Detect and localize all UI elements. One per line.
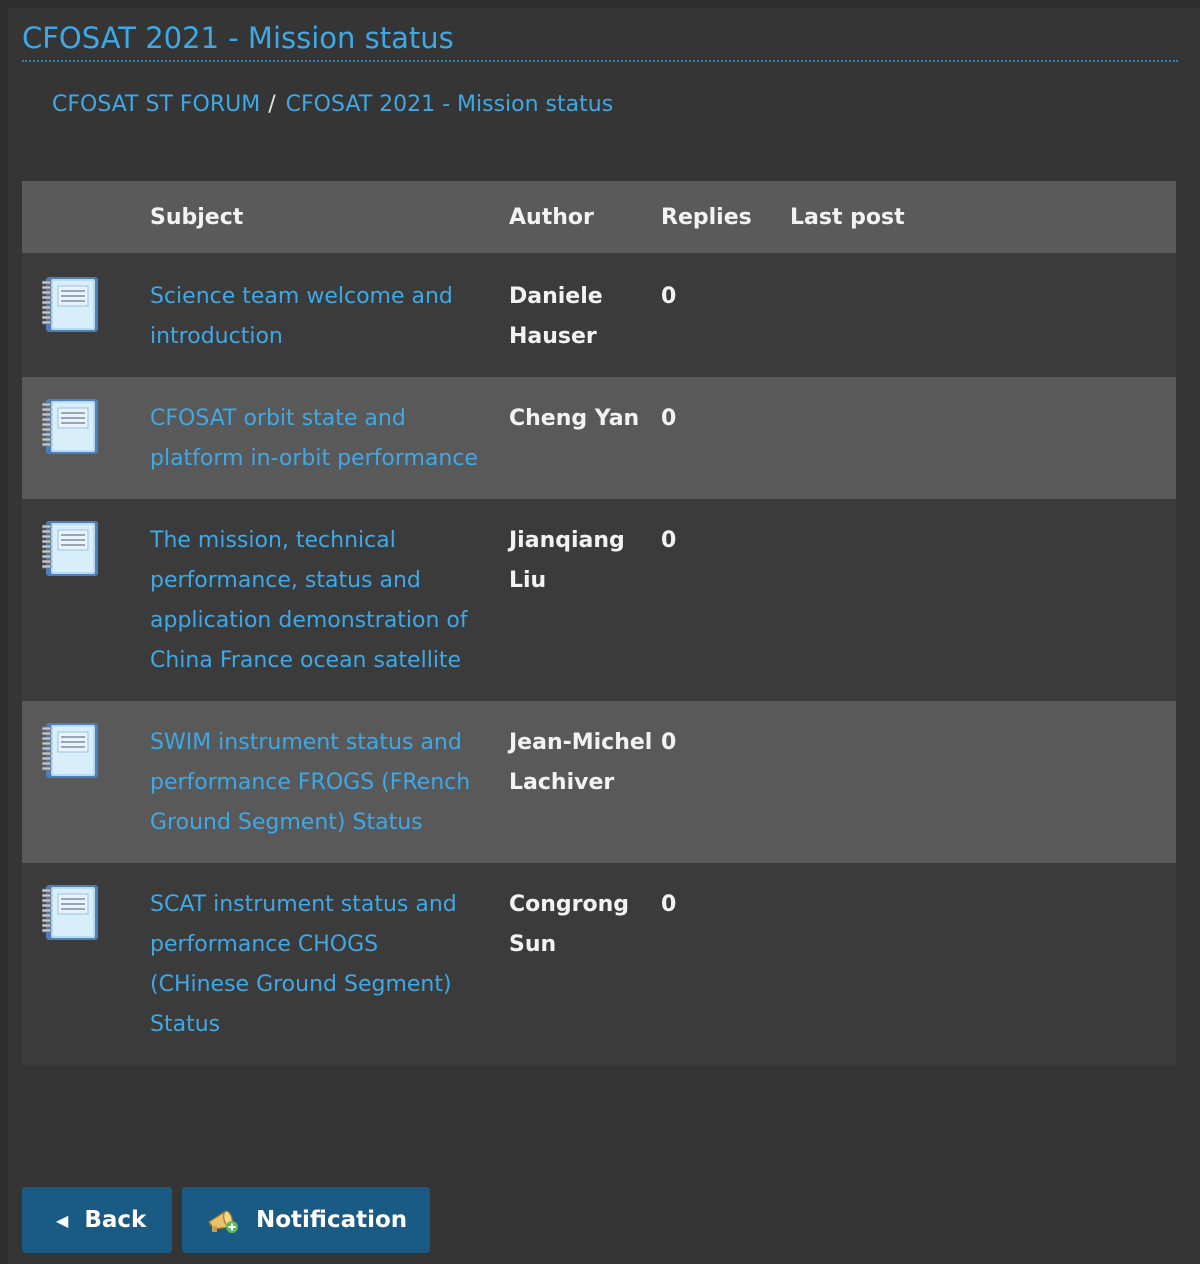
topic-last-post xyxy=(790,863,1176,1065)
table-row: CFOSAT orbit state and platform in-orbit… xyxy=(22,377,1176,499)
notebook-icon xyxy=(41,397,150,469)
notification-button-label: Notification xyxy=(256,1207,408,1233)
topic-icon-cell xyxy=(22,701,150,863)
back-button-label: Back xyxy=(84,1207,147,1233)
topic-last-post xyxy=(790,499,1176,701)
header-icon xyxy=(22,181,150,255)
topic-author: Jianqiang Liu xyxy=(509,528,625,593)
breadcrumb-current-link[interactable]: CFOSAT 2021 - Mission status xyxy=(286,92,614,117)
topic-author-cell: Cheng Yan xyxy=(509,377,661,499)
topic-author-cell: Daniele Hauser xyxy=(509,254,661,377)
header-last-post[interactable]: Last post xyxy=(790,181,1176,255)
horn-plus-icon xyxy=(206,1205,240,1235)
breadcrumb-forum-link[interactable]: CFOSAT ST FORUM xyxy=(52,92,260,117)
topic-author: Cheng Yan xyxy=(509,406,640,431)
topic-replies: 0 xyxy=(661,892,677,917)
topics-table: Subject Author Replies Last post Science… xyxy=(22,181,1176,1065)
table-row: SWIM instrument status and performance F… xyxy=(22,701,1176,863)
breadcrumb-separator: / xyxy=(268,92,276,117)
topic-replies: 0 xyxy=(661,528,677,553)
topic-author: Jean-Michel Lachiver xyxy=(509,730,653,795)
notebook-icon xyxy=(41,519,150,591)
topic-subject-cell: The mission, technical performance, stat… xyxy=(150,499,509,701)
topic-icon-cell xyxy=(22,254,150,377)
topic-replies: 0 xyxy=(661,730,677,755)
header-author[interactable]: Author xyxy=(509,181,661,255)
topic-last-post xyxy=(790,701,1176,863)
back-button[interactable]: ◀ Back xyxy=(22,1187,172,1253)
header-replies[interactable]: Replies xyxy=(661,181,790,255)
topic-author-cell: Congrong Sun xyxy=(509,863,661,1065)
topic-author: Daniele Hauser xyxy=(509,284,603,349)
topic-subject-cell: SWIM instrument status and performance F… xyxy=(150,701,509,863)
topic-subject-cell: CFOSAT orbit state and platform in-orbit… xyxy=(150,377,509,499)
topic-subject-link[interactable]: SCAT instrument status and performance C… xyxy=(150,885,480,1045)
notebook-icon xyxy=(41,275,150,347)
topic-replies: 0 xyxy=(661,284,677,309)
header-subject[interactable]: Subject xyxy=(150,181,509,255)
notification-button[interactable]: Notification xyxy=(182,1187,430,1253)
topic-author: Congrong Sun xyxy=(509,892,630,957)
notebook-icon xyxy=(41,883,150,955)
topic-icon-cell xyxy=(22,377,150,499)
topic-last-post xyxy=(790,254,1176,377)
topic-replies: 0 xyxy=(661,406,677,431)
topic-subject-link[interactable]: Science team welcome and introduction xyxy=(150,277,480,357)
table-header-row: Subject Author Replies Last post xyxy=(22,181,1176,255)
topic-icon-cell xyxy=(22,499,150,701)
topic-author-cell: Jean-Michel Lachiver xyxy=(509,701,661,863)
topic-author-cell: Jianqiang Liu xyxy=(509,499,661,701)
topic-subject-link[interactable]: The mission, technical performance, stat… xyxy=(150,521,480,681)
topic-subject-link[interactable]: CFOSAT orbit state and platform in-orbit… xyxy=(150,399,480,479)
breadcrumb: CFOSAT ST FORUM / CFOSAT 2021 - Mission st… xyxy=(52,88,613,122)
page-title: CFOSAT 2021 - Mission status xyxy=(22,18,1178,62)
topic-subject-cell: SCAT instrument status and performance C… xyxy=(150,863,509,1065)
table-row: The mission, technical performance, stat… xyxy=(22,499,1176,701)
notebook-icon xyxy=(41,721,150,793)
table-row: Science team welcome and introduction Dan… xyxy=(22,254,1176,377)
topic-subject-link[interactable]: SWIM instrument status and performance F… xyxy=(150,723,480,843)
topic-subject-cell: Science team welcome and introduction xyxy=(150,254,509,377)
caret-left-icon: ◀ xyxy=(56,1210,69,1230)
topic-last-post xyxy=(790,377,1176,499)
topic-icon-cell xyxy=(22,863,150,1065)
table-row: SCAT instrument status and performance C… xyxy=(22,863,1176,1065)
